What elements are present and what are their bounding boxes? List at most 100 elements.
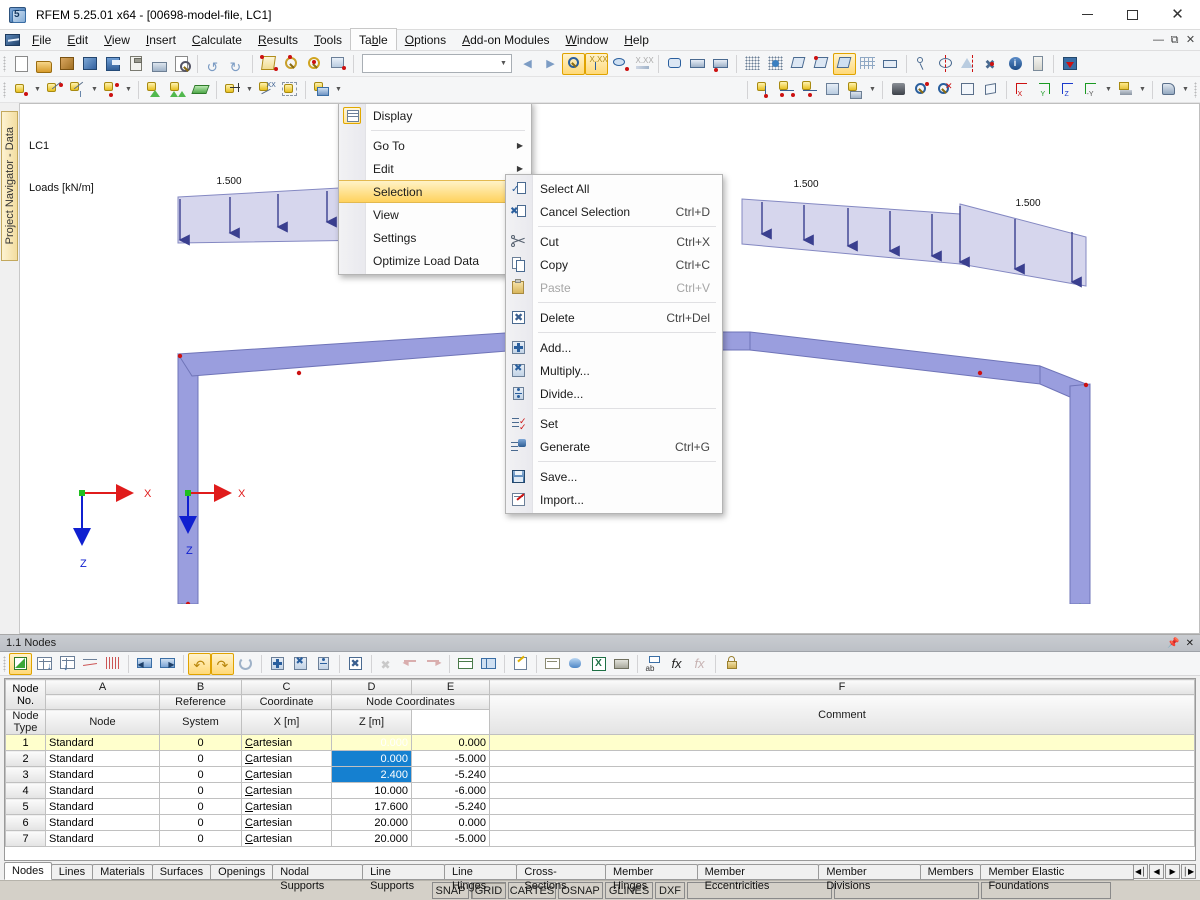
dimensions-icon[interactable] xyxy=(663,53,686,75)
tab-line-hinges[interactable]: Line Hinges xyxy=(444,864,517,880)
insert-right-icon[interactable]: ▶ xyxy=(422,653,445,675)
values-off-icon[interactable]: X.XX xyxy=(631,53,654,75)
menu-item-cancel-selection[interactable]: ✖ Cancel Selection Ctrl+D xyxy=(506,200,722,223)
delete-selection-icon[interactable]: ✖ xyxy=(980,53,1003,75)
measure-icon[interactable] xyxy=(911,53,934,75)
new-free-load-dropdown-icon[interactable]: ▼ xyxy=(867,79,878,101)
cell-x[interactable]: 0.000 xyxy=(332,751,412,767)
cell-reference-node[interactable]: 0 xyxy=(160,783,242,799)
column-letter-f[interactable]: F xyxy=(490,680,1195,695)
mdi-restore-icon[interactable]: ⧉ xyxy=(1169,35,1180,46)
shading-icon[interactable] xyxy=(1114,79,1137,101)
toolbar-grip[interactable] xyxy=(3,56,6,72)
tab-last-button[interactable]: │▶ xyxy=(1181,864,1196,879)
tab-line-supports[interactable]: Line Supports xyxy=(362,864,445,880)
new-load-dropdown-icon[interactable]: ▼ xyxy=(333,79,344,101)
model-viewport[interactable]: LC1 Loads [kN/m] xyxy=(20,103,1200,634)
view-dropdown-icon[interactable]: ▼ xyxy=(1103,79,1114,101)
new-node-dropdown-icon[interactable]: ▼ xyxy=(32,79,43,101)
column-letter-a[interactable]: A xyxy=(46,680,160,695)
menu-item-import[interactable]: Import... xyxy=(506,488,722,511)
show-numeric-icon[interactable]: X.XX xyxy=(585,53,608,75)
menu-view[interactable]: View xyxy=(96,30,138,50)
cell-node-type[interactable]: Standard xyxy=(46,815,160,831)
nodes-table[interactable]: Node No. A B C D E F Reference Coordinat… xyxy=(4,678,1196,861)
mirror-icon[interactable] xyxy=(934,53,957,75)
cell-z[interactable]: 0.000 xyxy=(412,815,490,831)
tab-first-button[interactable]: ◀│ xyxy=(1133,864,1148,879)
load-case-combo[interactable]: ▼ xyxy=(362,54,512,73)
row-number[interactable]: 7 xyxy=(6,831,46,847)
cell-coordinate-system[interactable]: Cartesian xyxy=(242,767,332,783)
mdi-close-icon[interactable]: ✕ xyxy=(1185,35,1196,46)
undo-table-icon[interactable]: ↶ xyxy=(188,653,211,675)
grid-settings-icon[interactable] xyxy=(741,53,764,75)
cell-node-type[interactable]: Standard xyxy=(46,767,160,783)
find-icon[interactable] xyxy=(564,653,587,675)
redo-icon[interactable]: ↻ xyxy=(225,53,248,75)
tab-member-divisions[interactable]: Member Divisions xyxy=(818,864,920,880)
new-member-load-icon[interactable] xyxy=(775,79,798,101)
lock-icon[interactable] xyxy=(720,653,743,675)
tab-nodes[interactable]: Nodes xyxy=(4,862,52,880)
menu-item-view[interactable]: View ▶ xyxy=(339,203,531,226)
table-row[interactable]: 7 Standard 0 Cartesian 20.000 -5.000 xyxy=(6,831,1195,847)
cell-x[interactable]: 0.000 xyxy=(332,735,412,751)
cell-x[interactable]: 10.000 xyxy=(332,783,412,799)
cell-x[interactable]: 20.000 xyxy=(332,815,412,831)
cell-z[interactable]: -6.000 xyxy=(412,783,490,799)
cell-reference-node[interactable]: 0 xyxy=(160,767,242,783)
cell-reference-node[interactable]: 0 xyxy=(160,831,242,847)
tab-member-hinges[interactable]: Member Hinges xyxy=(605,864,698,880)
prev-item-icon[interactable]: ◀ xyxy=(516,53,539,75)
next-table-icon[interactable]: ▶ xyxy=(156,653,179,675)
cell-coordinate-system[interactable]: Cartesian xyxy=(242,815,332,831)
cell-node-type[interactable]: Standard xyxy=(46,831,160,847)
mdi-minimize-icon[interactable]: — xyxy=(1153,35,1164,46)
tab-prev-button[interactable]: ◀ xyxy=(1149,864,1164,879)
new-line-support-icon[interactable]: XX xyxy=(255,79,278,101)
cell-reference-node[interactable]: 0 xyxy=(160,735,242,751)
insert-left-icon[interactable]: ◀ xyxy=(399,653,422,675)
delete-column-icon[interactable]: ✖ xyxy=(376,653,399,675)
cell-comment[interactable] xyxy=(490,831,1195,847)
work-plane-xy-icon[interactable] xyxy=(787,53,810,75)
object-snap-icon[interactable] xyxy=(879,53,902,75)
status-dxf[interactable]: DXF xyxy=(655,882,685,899)
prev-table-icon[interactable]: ◀ xyxy=(133,653,156,675)
selection-submenu-popup[interactable]: ✓ Select All ✖ Cancel Selection Ctrl+D xyxy=(505,174,723,514)
view-y-icon[interactable]: Y xyxy=(1034,79,1057,101)
menu-item-display[interactable]: Display xyxy=(339,104,531,127)
column-letter-b[interactable]: B xyxy=(160,680,242,695)
cell-coordinate-system[interactable]: Cartesian xyxy=(242,751,332,767)
results-diagram-icon[interactable] xyxy=(101,653,124,675)
menu-item-set[interactable]: ✓ ✓ Set xyxy=(506,412,722,435)
load-case-icon[interactable] xyxy=(686,53,709,75)
row-number[interactable]: 4 xyxy=(6,783,46,799)
toolbar-grip-3[interactable] xyxy=(1194,82,1197,98)
cell-z[interactable]: 0.000 xyxy=(412,735,490,751)
new-file-icon[interactable] xyxy=(9,53,32,75)
isometric-view-icon[interactable] xyxy=(956,79,979,101)
menu-item-copy[interactable]: Copy Ctrl+C xyxy=(506,253,722,276)
close-button[interactable]: ✕ xyxy=(1155,0,1200,30)
tab-member-elastic-foundations[interactable]: Member Elastic Foundations xyxy=(980,864,1134,880)
menu-options[interactable]: Options xyxy=(397,30,454,50)
menu-addon-modules[interactable]: Add-on Modules xyxy=(454,30,557,50)
details-icon[interactable] xyxy=(1026,53,1049,75)
new-member-icon[interactable] xyxy=(166,79,189,101)
column-header-node-no[interactable]: Node No. xyxy=(6,680,46,710)
work-plane-yz-icon[interactable] xyxy=(833,53,856,75)
cell-comment[interactable] xyxy=(490,767,1195,783)
cell-reference-node[interactable]: 0 xyxy=(160,799,242,815)
append-row-icon[interactable]: ↓ xyxy=(55,653,78,675)
info-icon[interactable]: i xyxy=(1003,53,1026,75)
tab-nodal-supports[interactable]: Nodal Supports xyxy=(272,864,363,880)
symmetry-icon[interactable] xyxy=(957,53,980,75)
new-free-load-icon[interactable] xyxy=(844,79,867,101)
edit-table-icon[interactable] xyxy=(9,653,32,675)
cell-x[interactable]: 17.600 xyxy=(332,799,412,815)
open-model-icon[interactable] xyxy=(55,53,78,75)
tab-next-button[interactable]: ▶ xyxy=(1165,864,1180,879)
menu-file[interactable]: File xyxy=(24,30,59,50)
